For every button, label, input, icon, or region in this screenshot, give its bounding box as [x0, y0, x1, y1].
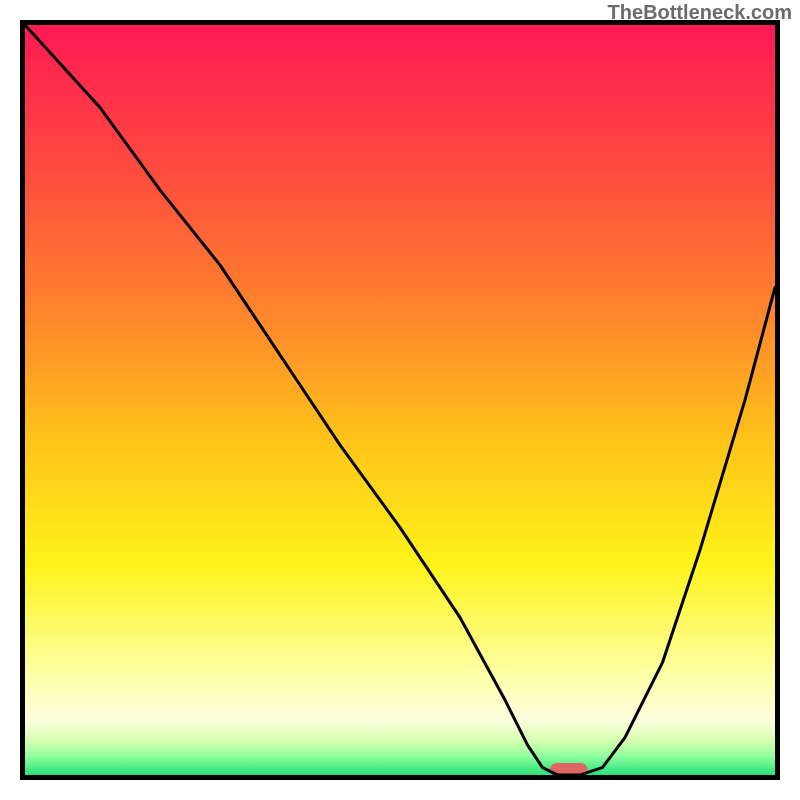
- watermark-label: TheBottleneck.com: [608, 2, 792, 25]
- chart-container: TheBottleneck.com: [0, 0, 800, 800]
- bottleneck-chart: [0, 0, 800, 800]
